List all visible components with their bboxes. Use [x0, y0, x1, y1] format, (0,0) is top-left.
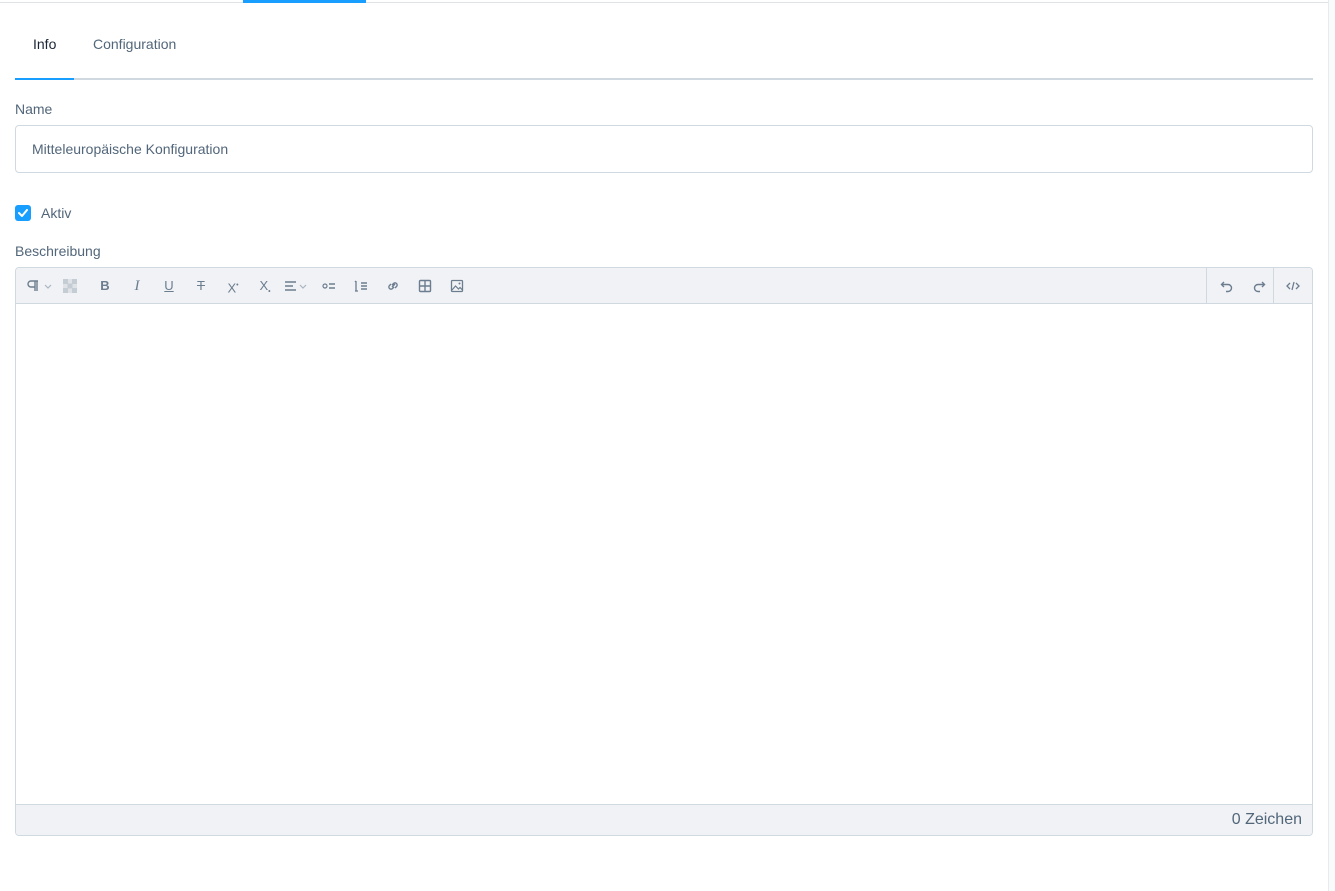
tab-configuration[interactable]: Configuration [93, 36, 176, 80]
subscript-icon[interactable]: X• [257, 278, 273, 296]
table-icon[interactable] [417, 278, 433, 294]
underline-icon[interactable]: U [161, 278, 177, 294]
redo-icon[interactable] [1251, 278, 1267, 294]
bullet-list-icon[interactable] [321, 278, 337, 294]
image-icon[interactable] [449, 278, 465, 294]
numbered-list-icon[interactable] [353, 278, 369, 294]
superscript-icon[interactable]: X• [225, 278, 241, 295]
toolbar-separator [1206, 268, 1207, 303]
strikethrough-icon[interactable]: T [193, 278, 209, 294]
text-color-icon[interactable] [62, 278, 78, 294]
link-icon[interactable] [385, 278, 401, 294]
toolbar-separator [1273, 268, 1274, 303]
active-checkbox[interactable] [15, 205, 31, 221]
tab-bar: Info Configuration [14, 0, 1313, 80]
name-label: Name [15, 101, 53, 117]
undo-icon[interactable] [1219, 278, 1235, 294]
code-view-icon[interactable] [1285, 278, 1301, 294]
editor-content-area[interactable] [16, 304, 1312, 804]
character-count: 0 Zeichen [1231, 811, 1302, 828]
description-label: Beschreibung [15, 243, 101, 259]
paragraph-format-icon[interactable] [27, 278, 53, 294]
rich-text-editor: B I U T X• X• 0 Zeichen [15, 267, 1313, 836]
editor-footer: 0 Zeichen [16, 804, 1312, 835]
italic-icon[interactable]: I [129, 278, 145, 294]
active-label: Aktiv [41, 205, 72, 221]
editor-toolbar: B I U T X• X• [16, 268, 1312, 304]
tab-info[interactable]: Info [14, 36, 76, 80]
align-icon[interactable] [284, 278, 310, 294]
scrollbar[interactable] [1328, 0, 1335, 891]
name-input[interactable] [15, 125, 1313, 173]
checkmark-icon [18, 209, 28, 217]
bold-icon[interactable]: B [97, 278, 113, 294]
